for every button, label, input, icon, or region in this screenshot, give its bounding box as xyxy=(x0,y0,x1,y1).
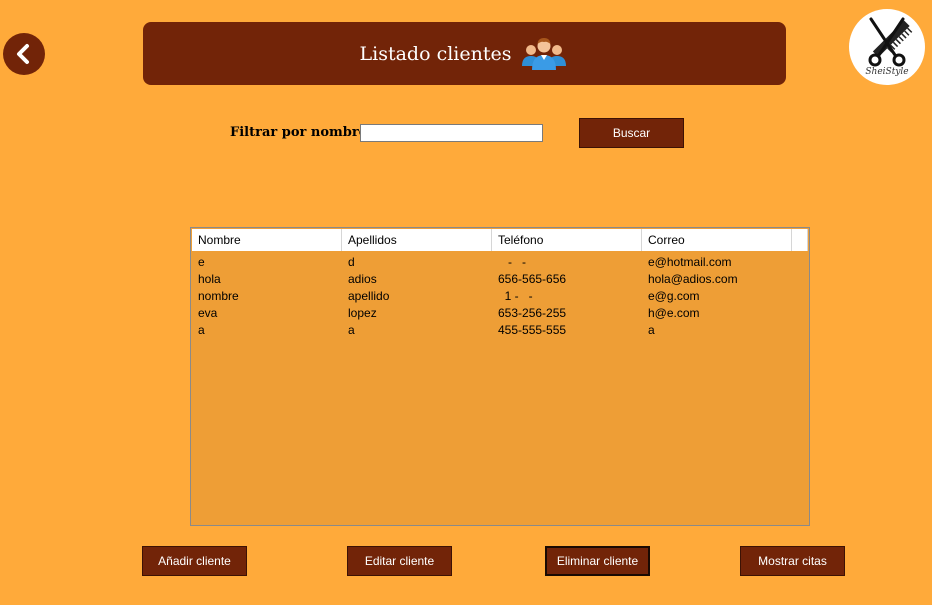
column-header-nombre[interactable]: Nombre xyxy=(192,229,342,251)
table-row[interactable]: eva lopez 653-256-255 h@e.com xyxy=(192,305,808,322)
table-row[interactable]: hola adios 656-565-656 hola@adios.com xyxy=(192,271,808,288)
table-body: e d - - e@hotmail.com hola adios 656-565… xyxy=(192,254,808,339)
cell-telefono[interactable]: 656-565-656 xyxy=(492,271,642,288)
column-header-filler xyxy=(792,229,808,251)
cell-apellidos[interactable]: d xyxy=(342,254,492,271)
column-header-correo[interactable]: Correo xyxy=(642,229,792,251)
column-header-apellidos[interactable]: Apellidos xyxy=(342,229,492,251)
table-row[interactable]: e d - - e@hotmail.com xyxy=(192,254,808,271)
back-button[interactable] xyxy=(3,33,45,75)
add-client-button[interactable]: Añadir cliente xyxy=(142,546,247,576)
cell-correo[interactable]: e@hotmail.com xyxy=(642,254,792,271)
cell-apellidos[interactable]: a xyxy=(342,322,492,339)
show-appointments-button[interactable]: Mostrar citas xyxy=(740,546,845,576)
cell-correo[interactable]: e@g.com xyxy=(642,288,792,305)
cell-telefono[interactable]: - - xyxy=(492,254,642,271)
table-row[interactable]: nombre apellido 1 - - e@g.com xyxy=(192,288,808,305)
cell-nombre[interactable]: eva xyxy=(192,305,342,322)
users-group-icon xyxy=(519,36,569,72)
logo: SheiStyle xyxy=(849,9,925,85)
cell-nombre[interactable]: a xyxy=(192,322,342,339)
cell-telefono[interactable]: 455-555-555 xyxy=(492,322,642,339)
page-title: Listado clientes xyxy=(359,42,512,65)
title-bar: Listado clientes xyxy=(143,22,786,85)
delete-client-button[interactable]: Eliminar cliente xyxy=(545,546,650,576)
cell-nombre[interactable]: e xyxy=(192,254,342,271)
name-filter-input[interactable] xyxy=(360,124,543,142)
cell-telefono[interactable]: 653-256-255 xyxy=(492,305,642,322)
clients-table[interactable]: Nombre Apellidos Teléfono Correo e d - -… xyxy=(190,227,810,526)
cell-apellidos[interactable]: adios xyxy=(342,271,492,288)
cell-telefono[interactable]: 1 - - xyxy=(492,288,642,305)
cell-apellidos[interactable]: apellido xyxy=(342,288,492,305)
filter-label: Filtrar por nombre: xyxy=(230,125,372,140)
table-row[interactable]: a a 455-555-555 a xyxy=(192,322,808,339)
cell-nombre[interactable]: nombre xyxy=(192,288,342,305)
cell-correo[interactable]: a xyxy=(642,322,792,339)
column-header-telefono[interactable]: Teléfono xyxy=(492,229,642,251)
edit-client-button[interactable]: Editar cliente xyxy=(347,546,452,576)
cell-correo[interactable]: hola@adios.com xyxy=(642,271,792,288)
cell-nombre[interactable]: hola xyxy=(192,271,342,288)
chevron-left-icon xyxy=(17,44,29,64)
cell-correo[interactable]: h@e.com xyxy=(642,305,792,322)
logo-text: SheiStyle xyxy=(865,67,909,77)
cell-apellidos[interactable]: lopez xyxy=(342,305,492,322)
search-button[interactable]: Buscar xyxy=(579,118,684,148)
table-header: Nombre Apellidos Teléfono Correo xyxy=(192,229,808,251)
